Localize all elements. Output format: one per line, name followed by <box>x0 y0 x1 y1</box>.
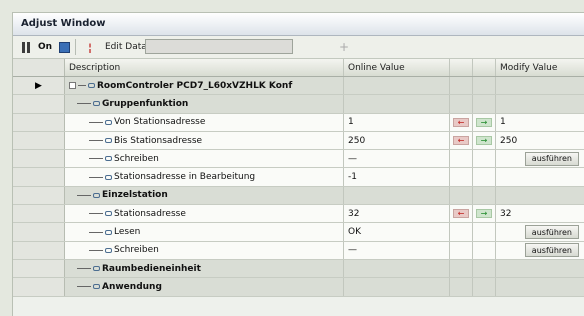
column-header-modify[interactable]: Modify Value <box>496 59 584 76</box>
parameter-icon <box>105 211 112 217</box>
values-table: Description Online Value Modify Value ▶ … <box>13 59 584 297</box>
disconnect-icon[interactable]: ¦ <box>83 40 97 54</box>
online-value: OK <box>344 223 450 241</box>
table-row[interactable]: Stationsadresse 32 ← → 32 <box>13 205 584 224</box>
toolbar-separator <box>75 39 76 55</box>
row-pointer-icon: ▶ <box>13 77 65 95</box>
write-arrow-icon[interactable]: → <box>476 117 492 127</box>
write-arrow-icon[interactable]: → <box>476 209 492 219</box>
add-icon[interactable]: + <box>339 40 349 54</box>
edit-data-label: Edit Data <box>105 42 147 52</box>
row-label: Stationsadresse in Bearbeitung <box>114 172 256 183</box>
parameter-icon <box>105 174 112 180</box>
table-row[interactable]: Stationsadresse in Bearbeitung -1 <box>13 168 584 187</box>
table-row[interactable]: ▶ RoomControler PCD7_L60xVZHLK Konf <box>13 77 584 96</box>
parameter-icon <box>105 138 112 144</box>
edit-data-input[interactable] <box>145 39 293 54</box>
row-label: Von Stationsadresse <box>114 117 206 128</box>
modify-value[interactable]: 32 <box>496 205 584 223</box>
column-header-read <box>450 59 473 76</box>
table-row[interactable]: Von Stationsadresse 1 ← → 1 <box>13 113 584 132</box>
adjust-window: Adjust Window On ¦ Edit Data + Descripti… <box>12 12 584 316</box>
online-value: 250 <box>344 131 450 150</box>
row-label: Lesen <box>114 227 141 238</box>
parameter-icon <box>105 119 112 125</box>
save-icon[interactable] <box>57 40 71 54</box>
table-row[interactable]: Schreiben — ausführen <box>13 150 584 169</box>
folder-icon <box>88 83 95 89</box>
window-title: Adjust Window <box>13 13 584 36</box>
modify-value[interactable]: 250 <box>496 131 584 150</box>
table-row[interactable]: Lesen OK ausführen <box>13 223 584 242</box>
table-row[interactable]: Gruppenfunktion <box>13 95 584 114</box>
folder-icon <box>93 284 100 290</box>
row-label: Anwendung <box>102 281 162 292</box>
row-label: Schreiben <box>114 245 159 256</box>
row-label: Gruppenfunktion <box>102 98 189 109</box>
parameter-icon <box>105 247 112 253</box>
folder-icon <box>93 101 100 107</box>
table-header: Description Online Value Modify Value <box>13 59 584 77</box>
execute-button[interactable]: ausführen <box>524 243 579 258</box>
column-header-write <box>473 59 496 76</box>
read-arrow-icon[interactable]: ← <box>453 209 469 219</box>
table-row[interactable]: Schreiben — ausführen <box>13 241 584 260</box>
online-button[interactable]: On <box>37 40 53 54</box>
online-value: 32 <box>344 205 450 223</box>
column-header-description[interactable]: Description <box>65 59 344 76</box>
collapse-icon[interactable] <box>69 82 76 90</box>
write-arrow-icon[interactable]: → <box>476 136 492 146</box>
row-label: Schreiben <box>114 153 159 164</box>
column-header-online[interactable]: Online Value <box>344 59 450 76</box>
execute-button[interactable]: ausführen <box>524 151 579 166</box>
online-value: -1 <box>344 168 450 186</box>
table-row[interactable]: Raumbedieneinheit <box>13 259 584 279</box>
online-value: — <box>344 150 450 168</box>
read-arrow-icon[interactable]: ← <box>453 117 469 127</box>
columns-icon[interactable] <box>21 40 33 54</box>
parameter-icon <box>105 156 112 162</box>
header-marker <box>13 59 65 76</box>
parameter-icon <box>105 229 112 235</box>
execute-button[interactable]: ausführen <box>524 225 579 240</box>
toolbar: On ¦ Edit Data + <box>13 36 584 59</box>
folder-icon <box>93 266 100 272</box>
online-value: — <box>344 241 450 259</box>
read-arrow-icon[interactable]: ← <box>453 136 469 146</box>
table-row[interactable]: Bis Stationsadresse 250 ← → 250 <box>13 131 584 151</box>
row-label: Einzelstation <box>102 190 168 201</box>
table-row[interactable]: Einzelstation <box>13 186 584 206</box>
folder-icon <box>93 192 100 198</box>
row-label: Stationsadresse <box>114 208 186 219</box>
row-label: RoomControler PCD7_L60xVZHLK Konf <box>97 80 293 91</box>
modify-value[interactable]: 1 <box>496 113 584 131</box>
table-row[interactable]: Anwendung <box>13 278 584 297</box>
row-label: Bis Stationsadresse <box>114 135 203 146</box>
row-label: Raumbedieneinheit <box>102 263 201 274</box>
online-value: 1 <box>344 113 450 131</box>
